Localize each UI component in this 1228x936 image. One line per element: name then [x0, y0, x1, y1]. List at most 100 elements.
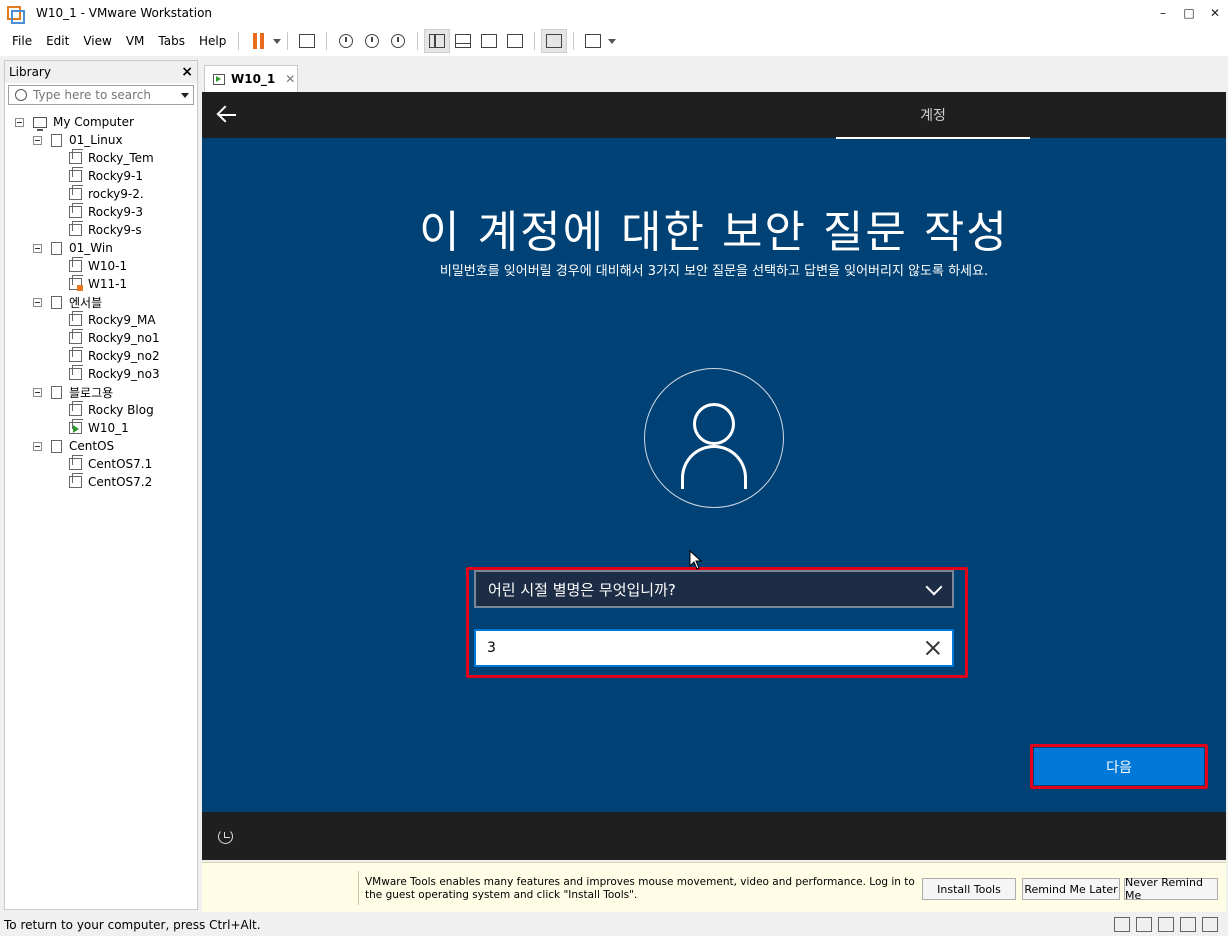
- tree-vm-item[interactable]: Rocky9_MA: [69, 311, 156, 329]
- tree-group-01-win[interactable]: 01_Win: [33, 239, 113, 257]
- keyboard-icon: [299, 34, 316, 48]
- vm-tab-strip: W10_1 ✕: [202, 62, 1226, 92]
- back-arrow-icon[interactable]: [216, 104, 238, 126]
- accessibility-icon[interactable]: [218, 829, 233, 844]
- stretch-guest-button[interactable]: [580, 29, 606, 53]
- collapse-icon[interactable]: [33, 387, 42, 397]
- close-window-button[interactable]: ✕: [1202, 0, 1228, 26]
- close-tab-button[interactable]: ✕: [285, 72, 295, 86]
- vm-running-icon: [213, 73, 225, 85]
- library-search[interactable]: [8, 85, 194, 105]
- tree-item-label: 엔서블: [69, 295, 103, 310]
- tree-group-centos[interactable]: CentOS: [33, 437, 114, 455]
- close-library-button[interactable]: ×: [181, 64, 193, 80]
- tree-group-blog[interactable]: 블로그용: [33, 383, 113, 401]
- stretch-dropdown-icon[interactable]: [608, 38, 617, 44]
- hard-disk-icon[interactable]: [1114, 917, 1130, 932]
- tree-vm-item[interactable]: Rocky9-s: [69, 221, 142, 239]
- snapshot-manager-button[interactable]: [385, 29, 411, 53]
- folder-icon: [51, 241, 62, 255]
- unity-button[interactable]: [502, 29, 528, 53]
- tree-vm-item[interactable]: Rocky9_no2: [69, 347, 160, 365]
- revert-snapshot-button[interactable]: [359, 29, 385, 53]
- console-view-button[interactable]: [541, 29, 568, 53]
- tree-item-label: Rocky9-3: [88, 205, 143, 219]
- security-question-select[interactable]: 어린 시절 별명은 무엇입니까?: [474, 570, 954, 608]
- revert-snapshot-icon: [365, 34, 380, 48]
- network-icon[interactable]: [1158, 917, 1174, 932]
- tree-item-label: Rocky_Tem: [88, 151, 154, 165]
- console-icon: [546, 34, 563, 48]
- tree-item-my-computer[interactable]: My Computer: [15, 113, 134, 131]
- tree-item-label: My Computer: [53, 115, 134, 129]
- menu-tabs[interactable]: Tabs: [152, 34, 191, 48]
- security-answer-input[interactable]: [487, 640, 907, 656]
- tree-vm-item[interactable]: Rocky9-3: [69, 203, 143, 221]
- tree-vm-item-selected[interactable]: W10_1: [69, 419, 129, 437]
- menu-file[interactable]: File: [6, 34, 38, 48]
- section-underline: [836, 137, 1030, 139]
- vm-icon: [69, 311, 83, 326]
- vm-icon: [69, 347, 83, 362]
- install-tools-button[interactable]: Install Tools: [922, 878, 1016, 900]
- avatar-head: [693, 403, 735, 445]
- show-library-button[interactable]: [424, 29, 451, 53]
- tree-group-ansible[interactable]: 엔서블: [33, 293, 102, 311]
- tree-item-label: Rocky9_no1: [88, 331, 160, 345]
- tree-item-label: 블로그용: [69, 385, 114, 400]
- pause-vm-button[interactable]: [245, 29, 271, 53]
- stretch-icon: [585, 34, 602, 48]
- search-dropdown-icon[interactable]: [181, 92, 189, 98]
- folder-icon: [51, 439, 62, 453]
- tree-vm-item[interactable]: Rocky Blog: [69, 401, 154, 419]
- user-avatar-icon: [644, 368, 784, 508]
- send-ctrl-alt-del-button[interactable]: [294, 29, 320, 53]
- minimize-button[interactable]: –: [1150, 0, 1176, 26]
- tree-vm-item[interactable]: Rocky9_no3: [69, 365, 160, 383]
- menu-view[interactable]: View: [77, 34, 117, 48]
- tree-item-label: CentOS: [69, 439, 115, 453]
- tree-item-label: CentOS7.2: [88, 475, 153, 489]
- folder-icon: [51, 385, 62, 399]
- tree-group-01-linux[interactable]: 01_Linux: [33, 131, 123, 149]
- status-text: To return to your computer, press Ctrl+A…: [4, 918, 261, 932]
- vm-console[interactable]: 계정 이 계정에 대한 보안 질문 작성 비밀번호를 잊어버릴 경우에 대비해서…: [202, 92, 1226, 860]
- power-dropdown-icon[interactable]: [273, 38, 282, 44]
- collapse-icon[interactable]: [33, 297, 42, 307]
- menu-help[interactable]: Help: [193, 34, 232, 48]
- collapse-icon[interactable]: [33, 135, 42, 145]
- printer-icon[interactable]: [1180, 917, 1196, 932]
- tree-vm-item[interactable]: CentOS7.1: [69, 455, 152, 473]
- tree-vm-item[interactable]: W11-1: [69, 275, 127, 293]
- avatar-body: [681, 445, 747, 489]
- library-search-input[interactable]: [33, 88, 173, 102]
- menu-vm[interactable]: VM: [120, 34, 151, 48]
- next-button[interactable]: 다음: [1034, 748, 1204, 785]
- oobe-header: 계정: [202, 92, 1226, 139]
- tree-vm-item[interactable]: W10-1: [69, 257, 127, 275]
- snapshot-button[interactable]: [333, 29, 359, 53]
- message-log-icon[interactable]: [1202, 917, 1218, 932]
- tree-vm-item[interactable]: Rocky9_no1: [69, 329, 160, 347]
- menu-edit[interactable]: Edit: [40, 34, 75, 48]
- tree-vm-item[interactable]: Rocky_Tem: [69, 149, 154, 167]
- tree-vm-item[interactable]: CentOS7.2: [69, 473, 152, 491]
- cd-drive-icon[interactable]: [1136, 917, 1152, 932]
- show-thumbnail-bar-button[interactable]: [450, 29, 476, 53]
- clear-icon[interactable]: [924, 639, 942, 657]
- tab-w10-1[interactable]: W10_1 ✕: [204, 65, 298, 92]
- tree-item-label: rocky9-2.: [88, 187, 144, 201]
- tree-vm-item[interactable]: rocky9-2.: [69, 185, 144, 203]
- collapse-icon[interactable]: [33, 243, 42, 253]
- tree-vm-item[interactable]: Rocky9-1: [69, 167, 143, 185]
- never-remind-button[interactable]: Never Remind Me: [1124, 876, 1218, 902]
- security-answer-field[interactable]: [474, 629, 954, 667]
- collapse-icon[interactable]: [33, 441, 42, 451]
- vm-locked-icon: [69, 275, 83, 291]
- toolbar-separator: [287, 32, 289, 50]
- remind-later-button[interactable]: Remind Me Later: [1022, 878, 1120, 900]
- collapse-icon[interactable]: [15, 117, 24, 127]
- maximize-button[interactable]: □: [1176, 0, 1202, 26]
- full-screen-button[interactable]: [476, 29, 502, 53]
- chevron-down-icon: [925, 578, 943, 596]
